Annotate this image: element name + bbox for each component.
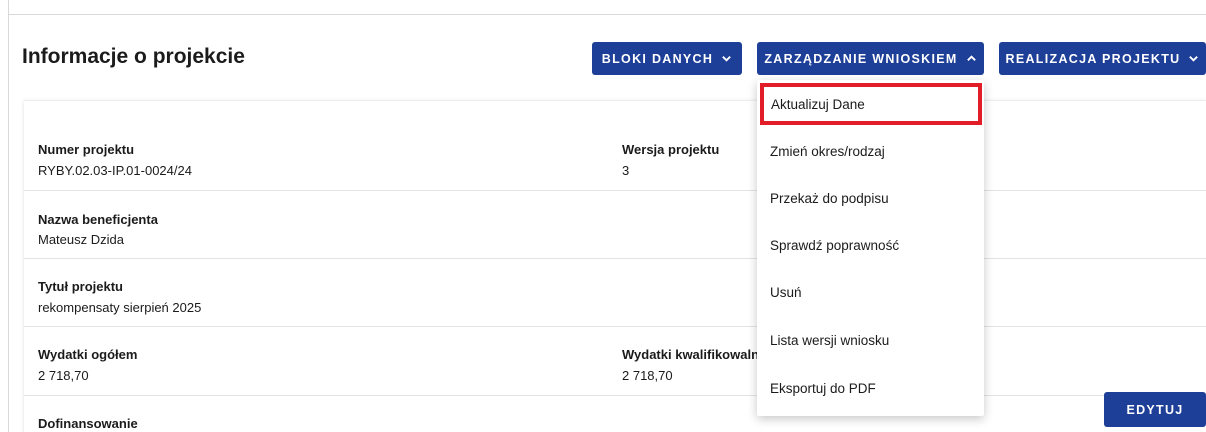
divider	[8, 14, 1206, 15]
tytul-projektu-label: Tytuł projektu	[38, 279, 123, 294]
nazwa-beneficjenta-label: Nazwa beneficjenta	[38, 212, 158, 227]
zarzadzanie-wnioskiem-menu: Aktualizuj Dane Zmień okres/rodzaj Przek…	[757, 80, 984, 416]
field-row: Wydatki ogółem 2 718,70 Wydatki kwalifik…	[24, 326, 1206, 395]
menu-item-sprawdz-poprawnosc[interactable]: Sprawdź poprawność	[757, 222, 984, 268]
field-row: Numer projektu RYBY.02.03-IP.01-0024/24 …	[24, 101, 1206, 190]
menu-item-lista-wersji[interactable]: Lista wersji wniosku	[757, 317, 984, 363]
field-row: Tytuł projektu rekompensaty sierpień 202…	[24, 258, 1206, 326]
menu-item-eksportuj-pdf[interactable]: Eksportuj do PDF	[757, 365, 984, 411]
numer-projektu-label: Numer projektu	[38, 142, 135, 157]
menu-item-aktualizuj-dane[interactable]: Aktualizuj Dane	[760, 83, 982, 125]
realizacja-projektu-label: REALIZACJA PROJEKTU	[1005, 51, 1181, 66]
wydatki-kwalifikowalne-value: 2 718,70	[622, 368, 673, 383]
wydatki-kwalifikowalne-label: Wydatki kwalifikowaln	[622, 347, 760, 362]
page-title: Informacje o projekcie	[22, 45, 245, 68]
field-row: Dofinansowanie	[24, 395, 1206, 432]
zarzadzanie-wnioskiem-button[interactable]: ZARZĄDZANIE WNIOSKIEM	[757, 42, 984, 75]
dofinansowanie-label: Dofinansowanie	[38, 416, 138, 431]
field-row: Nazwa beneficjenta Mateusz Dzida	[24, 190, 1206, 258]
wersja-projektu-value: 3	[622, 163, 630, 178]
zarzadzanie-wnioskiem-label: ZARZĄDZANIE WNIOSKIEM	[764, 51, 958, 66]
edytuj-button[interactable]: EDYTUJ	[1104, 392, 1206, 427]
realizacja-projektu-button[interactable]: REALIZACJA PROJEKTU	[999, 42, 1206, 75]
menu-item-zmien-okres[interactable]: Zmień okres/rodzaj	[757, 128, 984, 174]
menu-item-przekaz-do-podpisu[interactable]: Przekaż do podpisu	[757, 175, 984, 221]
bloki-danych-button[interactable]: BLOKI DANYCH	[592, 42, 742, 75]
menu-item-usun[interactable]: Usuń	[757, 269, 984, 315]
nazwa-beneficjenta-value: Mateusz Dzida	[38, 232, 124, 247]
chevron-up-icon	[966, 55, 976, 61]
numer-projektu-value: RYBY.02.03-IP.01-0024/24	[38, 163, 192, 178]
project-info-card: Numer projektu RYBY.02.03-IP.01-0024/24 …	[24, 100, 1206, 432]
bloki-danych-label: BLOKI DANYCH	[601, 51, 714, 66]
wersja-projektu-label: Wersja projektu	[622, 142, 720, 157]
tytul-projektu-value: rekompensaty sierpień 2025	[38, 300, 202, 315]
chevron-down-icon	[722, 56, 732, 62]
wydatki-ogolem-label: Wydatki ogółem	[38, 347, 138, 362]
wydatki-ogolem-value: 2 718,70	[38, 368, 89, 383]
chevron-down-icon	[1189, 56, 1199, 62]
